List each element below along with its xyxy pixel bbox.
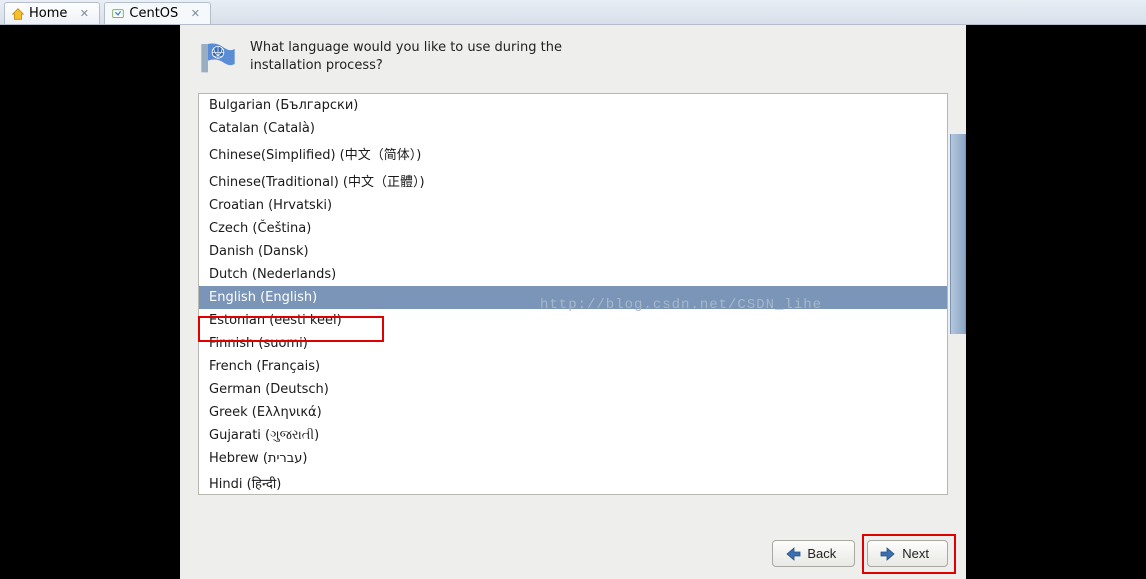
list-item[interactable]: Greek (Ελληνικά) (199, 401, 947, 424)
arrow-left-icon (785, 547, 801, 561)
language-list[interactable]: Bulgarian (Български)Catalan (Català)Chi… (199, 94, 947, 494)
list-item[interactable]: Dutch (Nederlands) (199, 263, 947, 286)
list-item[interactable]: German (Deutsch) (199, 378, 947, 401)
installer-window: What language would you like to use duri… (180, 25, 966, 579)
list-item[interactable]: Danish (Dansk) (199, 240, 947, 263)
vm-icon (111, 7, 125, 21)
list-item[interactable]: Czech (Čeština) (199, 217, 947, 240)
tab-bar: Home ✕ CentOS ✕ (0, 0, 1146, 25)
list-item[interactable]: Finnish (suomi) (199, 332, 947, 355)
arrow-right-icon (880, 547, 896, 561)
black-left (0, 25, 180, 579)
button-label: Next (902, 546, 929, 561)
back-button[interactable]: Back (772, 540, 855, 567)
outer-scrollbar[interactable] (950, 134, 966, 334)
list-item[interactable]: Gujarati (ગુજરાતી) (199, 424, 947, 447)
list-item[interactable]: Chinese(Simplified) (中文（简体）) (199, 140, 947, 167)
button-label: Back (807, 546, 836, 561)
list-item[interactable]: Estonian (eesti keel) (199, 309, 947, 332)
close-icon[interactable]: ✕ (188, 7, 202, 21)
tab-label: Home (29, 6, 67, 21)
list-item[interactable]: Croatian (Hrvatski) (199, 194, 947, 217)
list-item[interactable]: French (Français) (199, 355, 947, 378)
home-icon (11, 7, 25, 21)
language-list-wrap: Bulgarian (Български)Catalan (Català)Chi… (198, 93, 948, 495)
list-item[interactable]: Bulgarian (Български) (199, 94, 947, 117)
list-item[interactable]: Catalan (Català) (199, 117, 947, 140)
work-area: What language would you like to use duri… (0, 25, 1146, 579)
tab-centos[interactable]: CentOS ✕ (104, 2, 211, 24)
list-item[interactable]: Hebrew (עברית) (199, 447, 947, 470)
header: What language would you like to use duri… (180, 25, 966, 87)
tab-label: CentOS (129, 6, 178, 21)
tab-home[interactable]: Home ✕ (4, 2, 100, 24)
close-icon[interactable]: ✕ (77, 7, 91, 21)
globe-flag-icon (198, 39, 238, 79)
next-button[interactable]: Next (867, 540, 948, 567)
language-prompt: What language would you like to use duri… (250, 39, 590, 79)
list-item[interactable]: English (English) (199, 286, 947, 309)
black-right (966, 25, 1146, 579)
list-item[interactable]: Hindi (हिन्दी) (199, 470, 947, 494)
button-row: Back Next (772, 540, 948, 567)
list-item[interactable]: Chinese(Traditional) (中文（正體）) (199, 167, 947, 194)
